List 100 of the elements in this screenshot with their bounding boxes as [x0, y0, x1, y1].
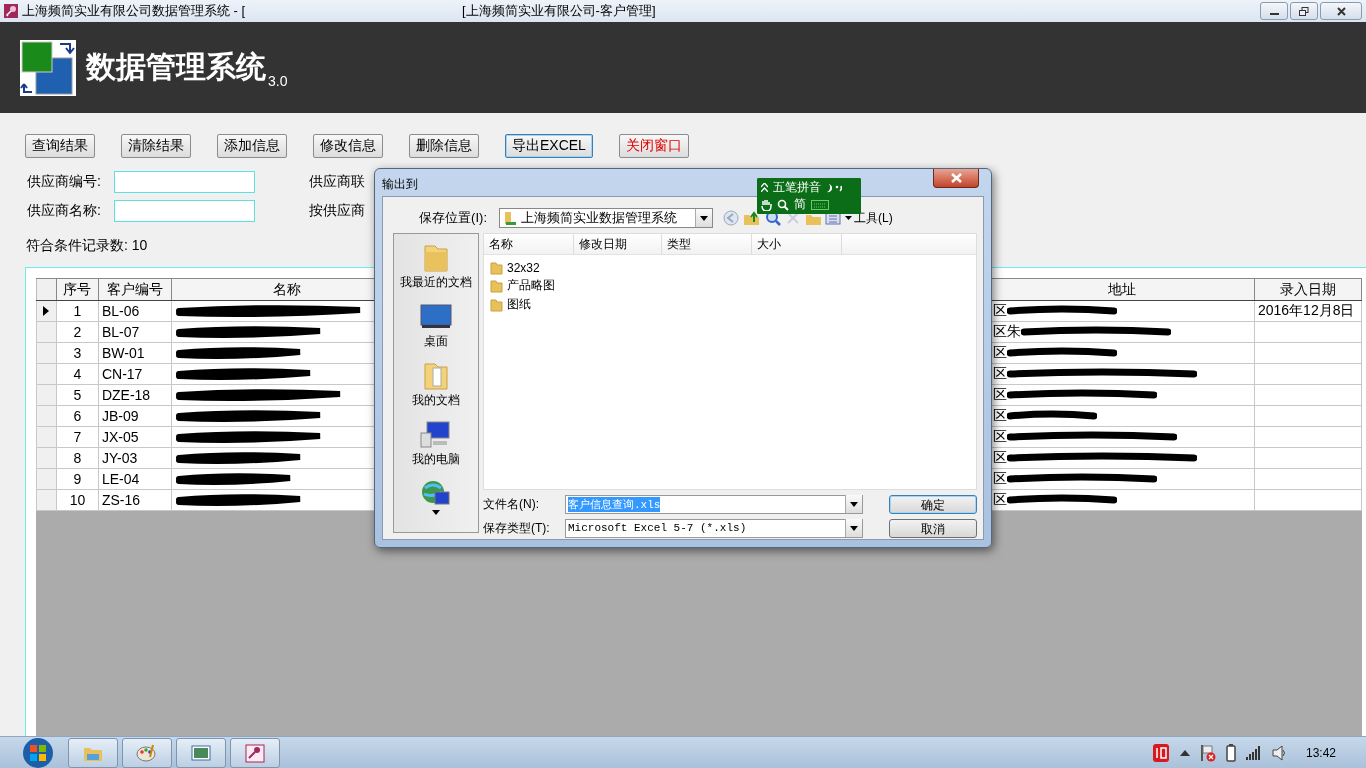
table-cell: 5	[73, 387, 82, 403]
place-item[interactable]: 我的文档	[412, 360, 460, 409]
toolbar-button[interactable]: 添加信息	[217, 134, 287, 158]
table-cell: 10	[69, 492, 86, 508]
table-cell: 区	[993, 302, 1008, 320]
filter-label: 供应商联	[309, 172, 365, 191]
save-in-dropdown[interactable]: 上海频简实业数据管理系统	[499, 208, 713, 228]
taskbar-button[interactable]	[68, 737, 118, 768]
taskbar-button[interactable]	[122, 737, 172, 768]
folder-icon	[503, 210, 517, 226]
restore-icon	[1299, 6, 1309, 16]
window-title: 上海频简实业有限公司数据管理系统 - [	[22, 2, 247, 20]
place-item[interactable]: 桌面	[419, 301, 453, 350]
folder-icon	[490, 278, 503, 293]
table-cell: 2016年12月8日	[1257, 302, 1355, 318]
table-cell: 区	[993, 365, 1008, 383]
column-header[interactable]: 地址	[1108, 280, 1137, 297]
file-type-dropdown[interactable]: Microsoft Excel 5-7 (*.xls)	[565, 518, 863, 538]
table-cell: 区	[993, 386, 1008, 404]
caret-icon	[845, 216, 852, 220]
cancel-button[interactable]: 取消	[889, 518, 977, 538]
expand-icon[interactable]	[761, 183, 768, 192]
column-header[interactable]: 名称	[484, 234, 574, 254]
caret-icon	[850, 525, 858, 531]
save-in-label: 保存位置(I):	[418, 209, 488, 227]
toolbar-button[interactable]: 清除结果	[121, 134, 191, 158]
table-cell: JB-09	[101, 408, 139, 424]
key-icon	[244, 742, 266, 763]
monitor-icon	[419, 301, 453, 331]
seal-icon[interactable]	[1151, 742, 1170, 763]
table-cell: 7	[73, 429, 82, 445]
show-hidden-icons-icon[interactable]	[1179, 749, 1190, 756]
table-cell: 8	[73, 450, 82, 466]
toolbar-button[interactable]: 删除信息	[409, 134, 479, 158]
filter-input-field[interactable]	[114, 199, 255, 222]
flag-icon[interactable]	[1199, 743, 1216, 762]
version-label: 3.0	[268, 73, 288, 89]
tools-menu[interactable]: 工具(L)	[845, 209, 893, 227]
close-button[interactable]	[1320, 2, 1362, 20]
moon-icon[interactable]	[826, 182, 844, 193]
caret-icon	[700, 215, 708, 221]
column-header[interactable]: 名称	[273, 280, 302, 297]
close-icon	[1336, 6, 1346, 16]
up-folder-icon[interactable]	[743, 210, 761, 226]
file-item[interactable]: 产品略图	[490, 277, 976, 294]
table-cell: ZS-16	[101, 492, 141, 508]
folder-icon	[490, 297, 503, 312]
app-title: 数据管理系统	[86, 49, 266, 85]
place-item[interactable]: 我的电脑	[412, 419, 460, 468]
table-cell: 区	[993, 449, 1008, 467]
ok-button[interactable]: 确定	[889, 494, 977, 514]
filter-label: 供应商编号:	[26, 172, 102, 191]
search-icon[interactable]	[777, 198, 789, 211]
table-cell: 区	[993, 470, 1008, 488]
key-icon	[4, 4, 18, 18]
table-cell: 4	[73, 366, 82, 382]
speaker-icon[interactable]	[1271, 744, 1286, 761]
close-icon	[950, 173, 962, 183]
table-cell: 区朱	[993, 323, 1022, 341]
column-header[interactable]: 类型	[662, 234, 752, 254]
palette-icon	[136, 742, 158, 763]
restore-button[interactable]	[1290, 2, 1318, 20]
ime-charset-label[interactable]: 简	[794, 196, 806, 213]
signal-bars-icon[interactable]	[1245, 745, 1262, 760]
toolbar-button[interactable]: 修改信息	[313, 134, 383, 158]
taskbar-button[interactable]	[230, 737, 280, 768]
file-item[interactable]: 图纸	[490, 296, 976, 313]
table-cell: CN-17	[101, 366, 143, 382]
table-cell: BL-06	[101, 303, 140, 319]
close-button[interactable]	[933, 169, 979, 188]
column-header[interactable]: 修改日期	[574, 234, 662, 254]
logo-drawing	[20, 39, 76, 96]
table-cell: BW-01	[101, 345, 145, 361]
place-item[interactable]	[419, 478, 453, 515]
battery-icon[interactable]	[1225, 743, 1236, 762]
window-subtitle: [上海频简实业有限公司-客户管理]	[462, 2, 656, 20]
start-button-icon[interactable]	[20, 736, 56, 768]
table-cell: 区	[993, 491, 1008, 509]
column-header[interactable]: 大小	[752, 234, 842, 254]
file-item[interactable]: 32x32	[490, 261, 976, 275]
toolbar-button[interactable]: 导出EXCEL	[505, 134, 593, 158]
toolbar-button[interactable]: 关闭窗口	[618, 134, 689, 158]
keyboard-icon[interactable]	[811, 199, 829, 210]
table-cell: JX-05	[101, 429, 139, 445]
taskbar-button[interactable]	[176, 737, 226, 768]
picture-icon	[190, 742, 212, 763]
table-cell: LE-04	[101, 471, 140, 487]
folder-icon	[490, 261, 503, 275]
table-cell: 1	[73, 303, 82, 319]
minimize-button[interactable]	[1260, 2, 1288, 20]
table-cell: JY-03	[101, 450, 138, 466]
filter-label: 供应商名称:	[26, 201, 102, 220]
toolbar-button[interactable]: 查询结果	[25, 134, 95, 158]
ime-mode-label[interactable]: 五笔拼音	[773, 179, 821, 196]
filter-input-field[interactable]	[114, 170, 255, 193]
place-item[interactable]: 我最近的文档	[400, 242, 472, 291]
table-cell: 9	[73, 471, 82, 487]
clock-time[interactable]: 13:42	[1305, 745, 1336, 760]
table-cell: 区	[993, 344, 1008, 362]
globe-computer-icon	[419, 478, 453, 508]
